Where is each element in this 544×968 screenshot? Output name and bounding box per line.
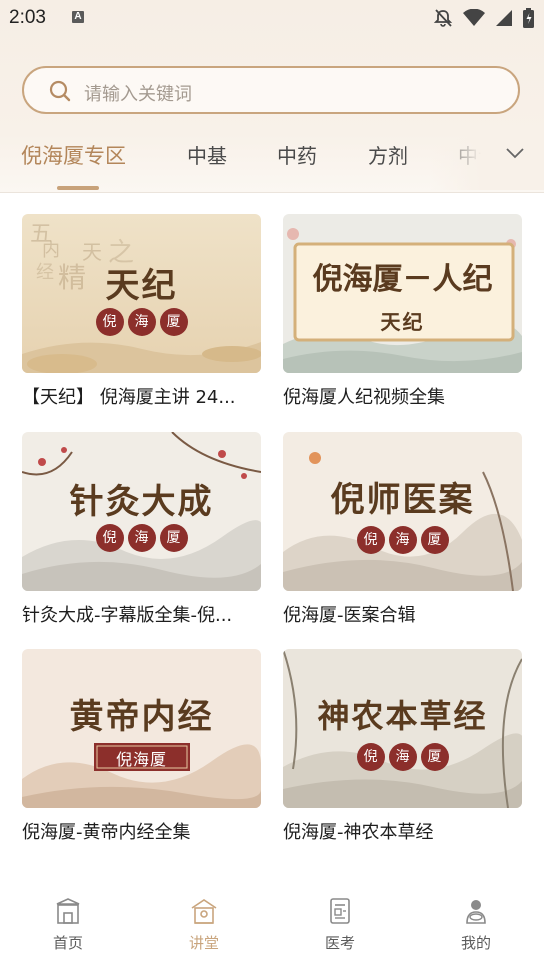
course-card-tianji[interactable]: 五 内 经 天 精 之 天纪 倪 海 厦 【天纪】 倪海厦主讲 24... <box>22 214 261 409</box>
course-title[interactable]: 倪海厦-神农本草经 <box>283 818 522 844</box>
exam-icon <box>330 898 350 924</box>
seal-char: 海 <box>388 526 417 554</box>
seal-char: 厦 <box>420 743 449 771</box>
course-thumbnail[interactable]: 黄帝内经 倪海厦 <box>22 649 261 808</box>
status-time: 2:03 <box>9 7 46 28</box>
thumbnail-title: 黄帝内经 <box>69 697 214 737</box>
bottom-navigation: 首页 讲堂 医考 我的 <box>0 888 544 968</box>
thumbnail-title: 针灸大成 <box>69 482 214 522</box>
seal-char: 海 <box>127 524 156 552</box>
status-bar: 2:03 A <box>0 0 544 36</box>
course-card-zhenjiu[interactable]: 针灸大成 倪 海 厦 针灸大成-字幕版全集-倪... <box>22 432 261 627</box>
seal-char: 倪 <box>95 524 124 552</box>
thumbnail-subtitle: 天纪 <box>380 310 425 334</box>
tabs-divider <box>0 192 544 193</box>
course-card-shennong[interactable]: 神农本草经 倪 海 厦 倪海厦-神农本草经 <box>283 649 522 844</box>
thumbnail-subtitle: 倪海厦 <box>115 750 167 769</box>
search-icon <box>49 80 71 102</box>
tab-overflow-fade <box>430 134 544 190</box>
category-tabs: 倪海厦专区 中基 中药 方剂 中诊 <box>0 134 544 192</box>
battery-icon <box>523 8 534 28</box>
nav-profile-label: 我的 <box>460 934 491 952</box>
course-thumbnail[interactable]: 五 内 经 天 精 之 天纪 倪 海 厦 <box>22 214 261 373</box>
tab-zhongji[interactable]: 中基 <box>187 140 227 169</box>
course-card-huangdi[interactable]: 黄帝内经 倪海厦 倪海厦-黄帝内经全集 <box>22 649 261 844</box>
nav-home[interactable]: 首页 <box>0 896 136 953</box>
search-input[interactable]: 请输入关键词 <box>22 66 520 114</box>
author-seals: 倪 海 厦 <box>22 524 261 552</box>
thumbnail-title: 倪海厦－人纪 <box>312 262 493 297</box>
nav-lecture-hall[interactable]: 讲堂 <box>136 896 272 953</box>
seal-char: 倪 <box>356 526 385 554</box>
home-icon <box>56 898 80 924</box>
keyboard-a-icon: A <box>72 11 84 23</box>
seal-char: 海 <box>127 308 156 336</box>
nav-lecture-hall-label: 讲堂 <box>188 934 219 952</box>
nav-exam-label: 医考 <box>324 934 355 952</box>
course-title[interactable]: 倪海厦-医案合辑 <box>283 601 522 627</box>
nav-exam[interactable]: 医考 <box>272 896 408 953</box>
course-title[interactable]: 【天纪】 倪海厦主讲 24... <box>22 383 261 409</box>
author-seals: 倪 海 厦 <box>22 308 261 336</box>
nav-home-label: 首页 <box>52 934 83 952</box>
seal-char: 海 <box>388 743 417 771</box>
thumbnail-title: 倪师医案 <box>330 480 475 520</box>
tab-nihaixia-zone[interactable]: 倪海厦专区 <box>21 140 126 170</box>
signal-icon <box>496 10 512 26</box>
nav-profile[interactable]: 我的 <box>408 896 544 953</box>
seal-char: 倪 <box>356 743 385 771</box>
mute-bell-icon <box>433 9 453 27</box>
course-card-yian[interactable]: 倪师医案 倪 海 厦 倪海厦-医案合辑 <box>283 432 522 627</box>
course-thumbnail[interactable]: 针灸大成 倪 海 厦 <box>22 432 261 591</box>
tab-fangji[interactable]: 方剂 <box>368 140 408 169</box>
wifi-icon <box>463 9 485 26</box>
author-seals: 倪 海 厦 <box>283 526 522 554</box>
course-thumbnail[interactable]: 倪海厦－人纪 天纪 <box>283 214 522 373</box>
course-title[interactable]: 针灸大成-字幕版全集-倪... <box>22 601 261 627</box>
course-title[interactable]: 倪海厦人纪视频全集 <box>283 383 522 409</box>
thumbnail-title: 天纪 <box>105 266 178 306</box>
tab-zhongyao[interactable]: 中药 <box>277 140 317 169</box>
chevron-down-icon[interactable] <box>505 146 525 160</box>
lecture-hall-icon <box>191 899 217 924</box>
profile-icon <box>466 900 486 924</box>
course-thumbnail[interactable]: 倪师医案 倪 海 厦 <box>283 432 522 591</box>
search-placeholder: 请输入关键词 <box>84 84 192 105</box>
thumbnail-title: 神农本草经 <box>317 697 488 735</box>
active-tab-indicator <box>57 186 99 190</box>
author-seals: 倪 海 厦 <box>283 743 522 771</box>
course-card-renji[interactable]: 倪海厦－人纪 天纪 倪海厦人纪视频全集 <box>283 214 522 409</box>
course-title[interactable]: 倪海厦-黄帝内经全集 <box>22 818 261 844</box>
seal-char: 厦 <box>159 524 188 552</box>
seal-char: 厦 <box>159 308 188 336</box>
seal-char: 倪 <box>95 308 124 336</box>
course-thumbnail[interactable]: 神农本草经 倪 海 厦 <box>283 649 522 808</box>
seal-char: 厦 <box>420 526 449 554</box>
